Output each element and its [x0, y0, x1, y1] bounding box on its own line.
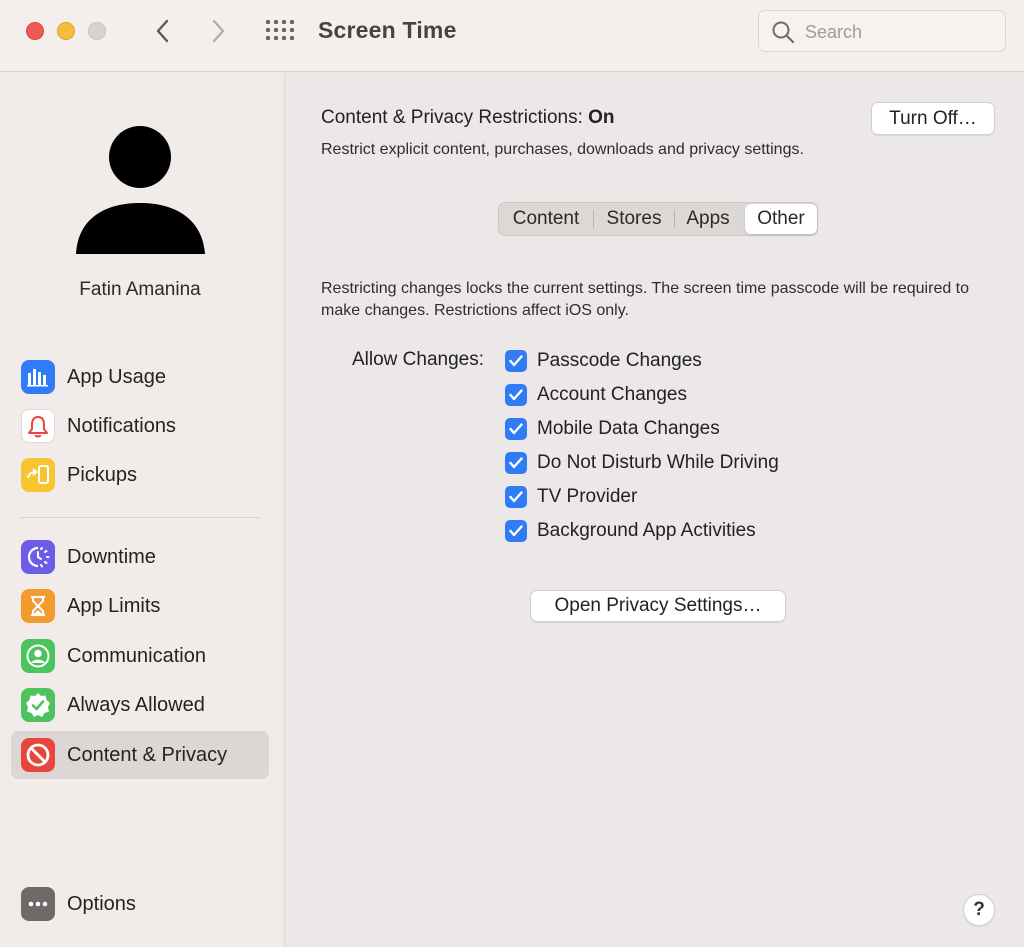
- titlebar: Screen Time: [0, 0, 1024, 72]
- pickup-phone-icon: [21, 458, 55, 492]
- person-silhouette-icon: [76, 126, 205, 254]
- restrictions-explanation: Restricting changes locks the current se…: [321, 280, 970, 319]
- sidebar-item-label: Pickups: [67, 463, 138, 486]
- checkmark-icon: [509, 389, 523, 401]
- checkbox-checked[interactable]: [505, 520, 527, 542]
- checkmark-icon: [509, 525, 523, 537]
- restrictions-state: On: [588, 107, 615, 128]
- contact-icon: [21, 639, 55, 673]
- checkbox-checked[interactable]: [505, 418, 527, 440]
- chevron-right-icon: [212, 19, 225, 43]
- sidebar-item-label: App Usage: [67, 365, 166, 388]
- sidebar-item-label: Communication: [67, 644, 206, 667]
- option-tv-provider[interactable]: TV Provider: [505, 485, 637, 509]
- sidebar-item-options[interactable]: Options: [11, 880, 269, 928]
- search-field[interactable]: [758, 10, 1006, 52]
- user-name: Fatin Amanina: [79, 279, 201, 300]
- tab-other[interactable]: Other: [745, 204, 817, 234]
- back-button[interactable]: [147, 16, 177, 46]
- more-dots-icon: [21, 887, 55, 921]
- checkmark-icon: [509, 457, 523, 469]
- checkbox-checked[interactable]: [505, 350, 527, 372]
- zoom-window-button[interactable]: [88, 22, 106, 40]
- turn-off-button[interactable]: Turn Off…: [871, 102, 995, 135]
- bar-chart-icon: [21, 360, 55, 394]
- checkbox-label: Passcode Changes: [537, 350, 702, 371]
- sidebar-item-notifications[interactable]: Notifications: [11, 402, 269, 450]
- restrictions-description: Restrict explicit content, purchases, do…: [321, 141, 804, 158]
- sidebar-item-content-privacy[interactable]: Content & Privacy: [11, 731, 269, 779]
- checkbox-checked[interactable]: [505, 486, 527, 508]
- sidebar-item-label: Options: [67, 892, 136, 915]
- user-avatar: [75, 122, 207, 257]
- option-mobile-data-changes[interactable]: Mobile Data Changes: [505, 417, 720, 441]
- sidebar-divider: [20, 517, 260, 518]
- option-passcode-changes[interactable]: Passcode Changes: [505, 349, 702, 373]
- checkmark-icon: [509, 355, 523, 367]
- sidebar-item-app-usage[interactable]: App Usage: [11, 353, 269, 401]
- sidebar-item-label: Always Allowed: [67, 693, 205, 716]
- open-privacy-settings-button[interactable]: Open Privacy Settings…: [530, 590, 786, 622]
- checkmark-badge-icon: [21, 688, 55, 722]
- restrictions-label: Content & Privacy Restrictions:: [321, 107, 583, 128]
- option-do-not-disturb-while-driving[interactable]: Do Not Disturb While Driving: [505, 451, 779, 475]
- sidebar-item-label: App Limits: [67, 594, 161, 617]
- sidebar-item-app-limits[interactable]: App Limits: [11, 582, 269, 630]
- tab-stores[interactable]: Stores: [594, 204, 674, 234]
- checkbox-label: Account Changes: [537, 384, 687, 405]
- checkbox-label: Background App Activities: [537, 520, 756, 541]
- downtime-icon: [21, 540, 55, 574]
- forward-button[interactable]: [204, 16, 234, 46]
- checkbox-checked[interactable]: [505, 452, 527, 474]
- tab-segmented-control: Content Stores Apps Other: [498, 202, 818, 236]
- search-input[interactable]: [805, 19, 995, 45]
- sidebar-item-communication[interactable]: Communication: [11, 632, 269, 680]
- checkmark-icon: [509, 423, 523, 435]
- search-icon: [772, 21, 795, 44]
- hourglass-icon: [21, 589, 55, 623]
- sidebar-item-pickups[interactable]: Pickups: [11, 451, 269, 499]
- bell-icon: [21, 409, 55, 443]
- checkbox-checked[interactable]: [505, 384, 527, 406]
- tab-apps[interactable]: Apps: [675, 204, 741, 234]
- tab-content[interactable]: Content: [499, 204, 593, 234]
- checkbox-label: Do Not Disturb While Driving: [537, 452, 779, 473]
- sidebar-item-label: Content & Privacy: [67, 743, 228, 766]
- main-panel: Content & Privacy Restrictions: On Restr…: [286, 73, 1024, 947]
- allow-changes-label: Allow Changes:: [352, 349, 485, 370]
- sidebar-item-always-allowed[interactable]: Always Allowed: [11, 681, 269, 729]
- checkbox-label: Mobile Data Changes: [537, 418, 720, 439]
- sidebar-item-label: Notifications: [67, 414, 176, 437]
- option-background-app-activities[interactable]: Background App Activities: [505, 519, 756, 543]
- checkmark-icon: [509, 491, 523, 503]
- chevron-left-icon: [156, 19, 169, 43]
- show-all-grid-button[interactable]: [264, 18, 296, 44]
- option-account-changes[interactable]: Account Changes: [505, 383, 687, 407]
- sidebar-item-downtime[interactable]: Downtime: [11, 533, 269, 581]
- window-title: Screen Time: [318, 17, 457, 43]
- close-window-button[interactable]: [26, 22, 44, 40]
- restrictions-status: Content & Privacy Restrictions: On: [321, 107, 615, 129]
- help-button[interactable]: ?: [963, 894, 995, 926]
- sidebar-item-label: Downtime: [67, 545, 156, 568]
- minimize-window-button[interactable]: [57, 22, 75, 40]
- sidebar: Fatin Amanina App Usage Notifications Pi…: [0, 73, 285, 947]
- prohibited-icon: [21, 738, 55, 772]
- checkbox-label: TV Provider: [537, 486, 638, 507]
